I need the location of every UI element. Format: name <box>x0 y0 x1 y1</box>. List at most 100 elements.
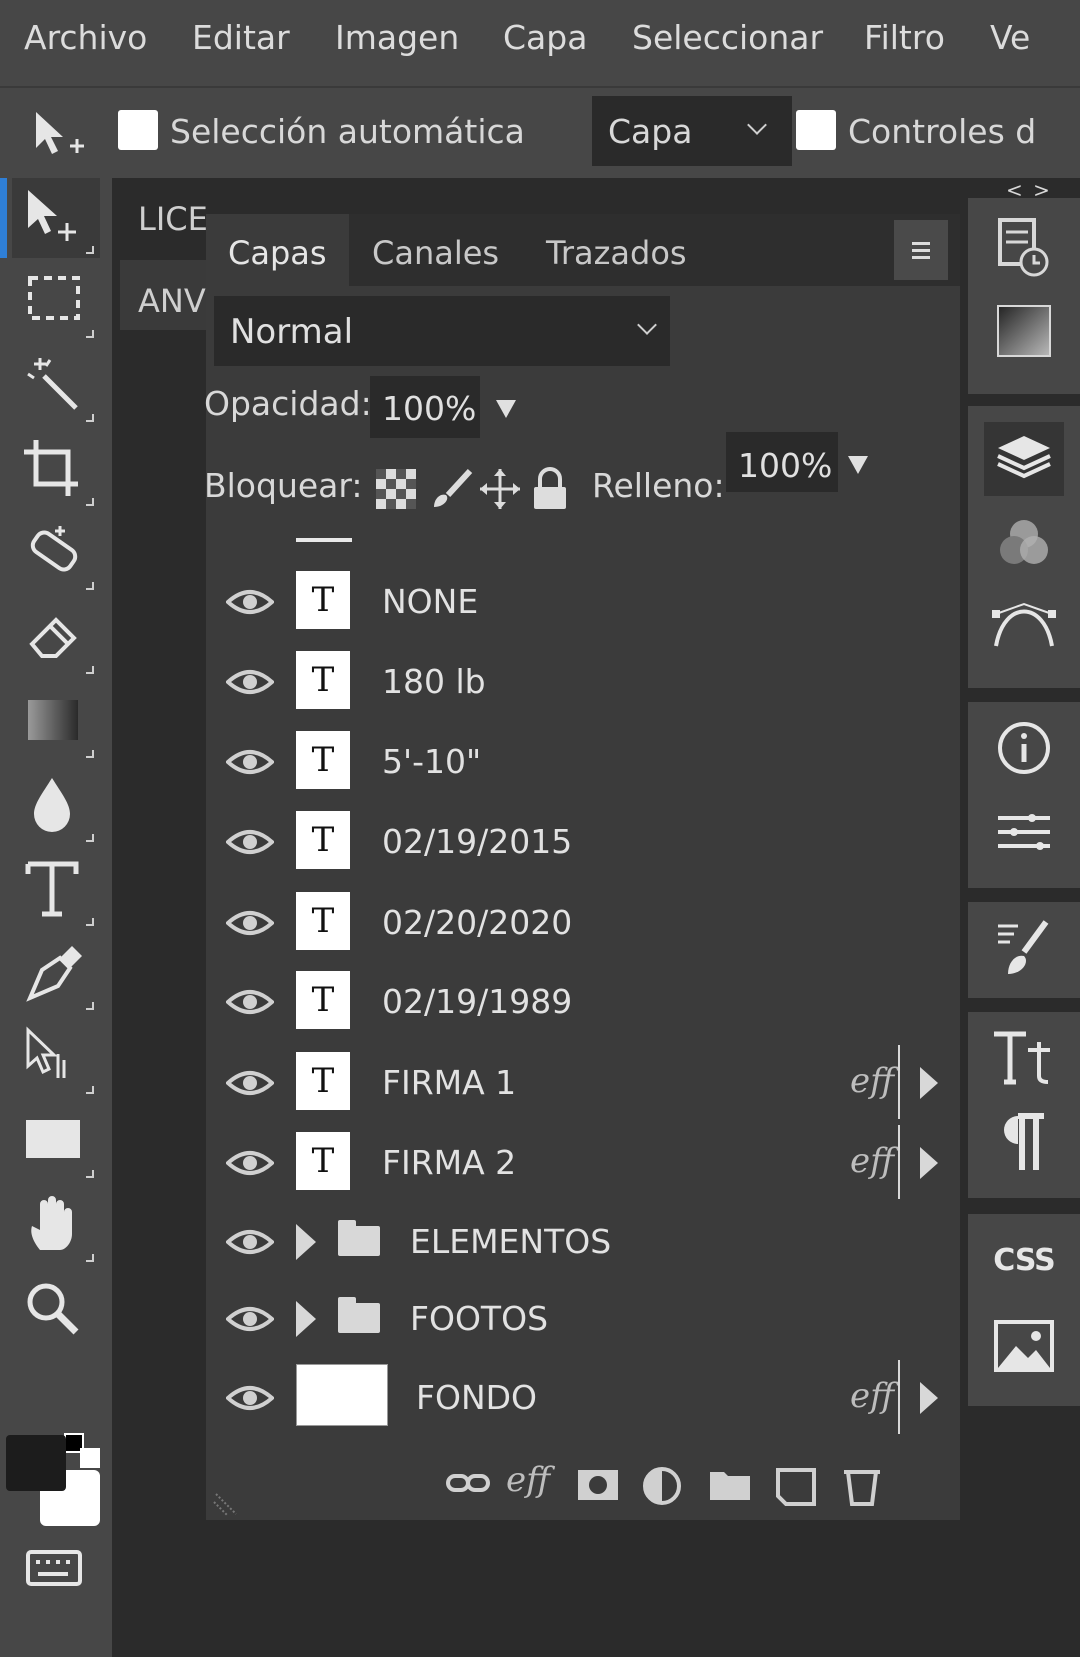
layer-name[interactable]: ELEMENTOS <box>410 1222 611 1261</box>
visibility-eye-icon[interactable] <box>225 986 275 1022</box>
layer-name[interactable]: FONDO <box>416 1378 537 1417</box>
layer-row[interactable]: T 180 lb <box>206 642 960 720</box>
lock-transparency-icon[interactable] <box>374 467 418 511</box>
layer-name[interactable]: 5'-10" <box>382 742 481 781</box>
path-select-tool[interactable] <box>12 1018 100 1098</box>
layer-name[interactable]: 02/19/2015 <box>382 822 572 861</box>
menu-capa[interactable]: Capa <box>503 18 587 57</box>
layer-effects-badge[interactable]: eff <box>850 1061 894 1101</box>
layer-name[interactable]: FIRMA 1 <box>382 1063 516 1102</box>
tab-canales[interactable]: Canales <box>350 214 521 286</box>
fill-slider-toggle[interactable] <box>848 456 868 474</box>
tab-capas[interactable]: Capas <box>206 214 349 286</box>
group-expand-arrow-icon[interactable] <box>296 1301 316 1337</box>
visibility-eye-icon[interactable] <box>225 1067 275 1103</box>
swatches-panel-button[interactable] <box>984 296 1064 370</box>
menu-imagen[interactable]: Imagen <box>335 18 459 57</box>
layer-name[interactable]: FIRMA 2 <box>382 1143 516 1182</box>
layer-effects-badge[interactable]: eff <box>850 1376 894 1416</box>
visibility-eye-icon[interactable] <box>225 586 275 622</box>
crop-tool[interactable] <box>12 430 100 510</box>
visibility-eye-icon[interactable] <box>225 826 275 862</box>
visibility-eye-icon[interactable] <box>225 1147 275 1183</box>
layer-row[interactable]: FOOTOS <box>206 1279 960 1357</box>
foreground-color-swatch[interactable] <box>6 1435 66 1491</box>
layers-panel-button[interactable] <box>984 422 1064 496</box>
layer-row[interactable]: T 02/19/2015 <box>206 802 960 880</box>
healing-tool[interactable] <box>12 514 100 594</box>
paragraph-panel-button[interactable] <box>984 1106 1064 1180</box>
visibility-eye-icon[interactable] <box>225 907 275 943</box>
info-panel-button[interactable] <box>984 712 1064 786</box>
panel-menu-button[interactable] <box>894 220 948 280</box>
fill-input[interactable]: 100% <box>726 432 838 492</box>
layer-name[interactable]: 02/19/1989 <box>382 982 572 1021</box>
visibility-eye-icon[interactable] <box>225 1303 275 1339</box>
type-tool[interactable] <box>12 850 100 930</box>
layer-row[interactable]: T FIRMA 1 eff <box>206 1043 960 1121</box>
gradient-tool[interactable] <box>12 682 100 762</box>
move-tool[interactable] <box>0 178 100 258</box>
menu-ver[interactable]: Ve <box>990 18 1030 57</box>
blend-mode-dropdown[interactable]: Normal <box>214 296 670 366</box>
layer-effects-button[interactable]: eff <box>506 1460 550 1500</box>
layer-name[interactable]: 180 lb <box>382 662 486 701</box>
lock-all-padlock-icon[interactable] <box>528 467 572 511</box>
visibility-eye-icon[interactable] <box>225 1382 275 1418</box>
css-panel-button[interactable]: CSS <box>984 1224 1064 1298</box>
group-expand-arrow-icon[interactable] <box>296 1224 316 1260</box>
menu-archivo[interactable]: Archivo <box>24 18 147 57</box>
layer-row[interactable]: T NONE <box>206 562 960 640</box>
visibility-eye-icon[interactable] <box>225 666 275 702</box>
opacity-input[interactable]: 100% <box>370 376 480 438</box>
effects-expand-arrow-icon[interactable] <box>920 1382 938 1414</box>
layer-row[interactable]: T FIRMA 2 eff <box>206 1123 960 1201</box>
effects-expand-arrow-icon[interactable] <box>920 1067 938 1099</box>
layer-row[interactable]: T 02/19/1989 <box>206 962 960 1040</box>
visibility-eye-icon[interactable] <box>225 1226 275 1262</box>
layer-row[interactable]: ELEMENTOS <box>206 1202 960 1280</box>
layer-row[interactable]: T 5'-10" <box>206 722 960 800</box>
layer-name[interactable]: FOOTOS <box>410 1299 548 1338</box>
new-layer-icon[interactable] <box>774 1466 818 1506</box>
layer-mask-icon[interactable] <box>576 1466 620 1502</box>
brush-settings-button[interactable] <box>984 912 1064 986</box>
lock-paint-brush-icon[interactable] <box>430 467 474 511</box>
panel-resize-grip-icon[interactable] <box>212 1490 240 1518</box>
auto-select-checkbox[interactable] <box>118 110 158 150</box>
move-tool-preset-icon[interactable] <box>30 108 90 164</box>
menu-filtro[interactable]: Filtro <box>864 18 945 57</box>
marquee-tool[interactable] <box>12 262 100 342</box>
adjustment-layer-icon[interactable] <box>642 1466 686 1506</box>
paths-panel-button[interactable] <box>984 590 1064 664</box>
layer-name[interactable]: NONE <box>382 582 478 621</box>
zoom-tool[interactable] <box>12 1270 100 1350</box>
tab-trazados[interactable]: Trazados <box>524 214 709 286</box>
transform-controls-checkbox[interactable] <box>796 110 836 150</box>
link-icon[interactable] <box>446 1466 490 1502</box>
shape-tool[interactable] <box>12 1102 100 1182</box>
new-group-folder-icon[interactable] <box>708 1466 752 1502</box>
properties-panel-button[interactable] <box>984 796 1064 870</box>
pen-tool[interactable] <box>12 934 100 1014</box>
channels-panel-button[interactable] <box>984 506 1064 580</box>
visibility-eye-icon[interactable] <box>225 746 275 782</box>
eraser-tool[interactable] <box>12 598 100 678</box>
history-panel-button[interactable] <box>984 210 1064 284</box>
effects-expand-arrow-icon[interactable] <box>920 1147 938 1179</box>
image-panel-button[interactable] <box>984 1310 1064 1384</box>
layer-row[interactable]: FONDO eff <box>206 1358 960 1436</box>
layer-name[interactable]: 02/20/2020 <box>382 903 572 942</box>
keyboard-button[interactable] <box>12 1530 100 1610</box>
lock-position-move-icon[interactable] <box>478 467 522 511</box>
trash-icon[interactable] <box>840 1466 884 1506</box>
menu-editar[interactable]: Editar <box>192 18 290 57</box>
hand-tool[interactable] <box>12 1186 100 1266</box>
layer-effects-badge[interactable]: eff <box>850 1141 894 1181</box>
auto-select-target-dropdown[interactable]: Capa <box>592 96 792 166</box>
opacity-slider-toggle[interactable] <box>496 400 516 418</box>
character-panel-button[interactable] <box>984 1022 1064 1096</box>
blur-tool[interactable] <box>12 766 100 846</box>
magic-wand-tool[interactable] <box>12 346 100 426</box>
menu-seleccionar[interactable]: Seleccionar <box>632 18 823 57</box>
